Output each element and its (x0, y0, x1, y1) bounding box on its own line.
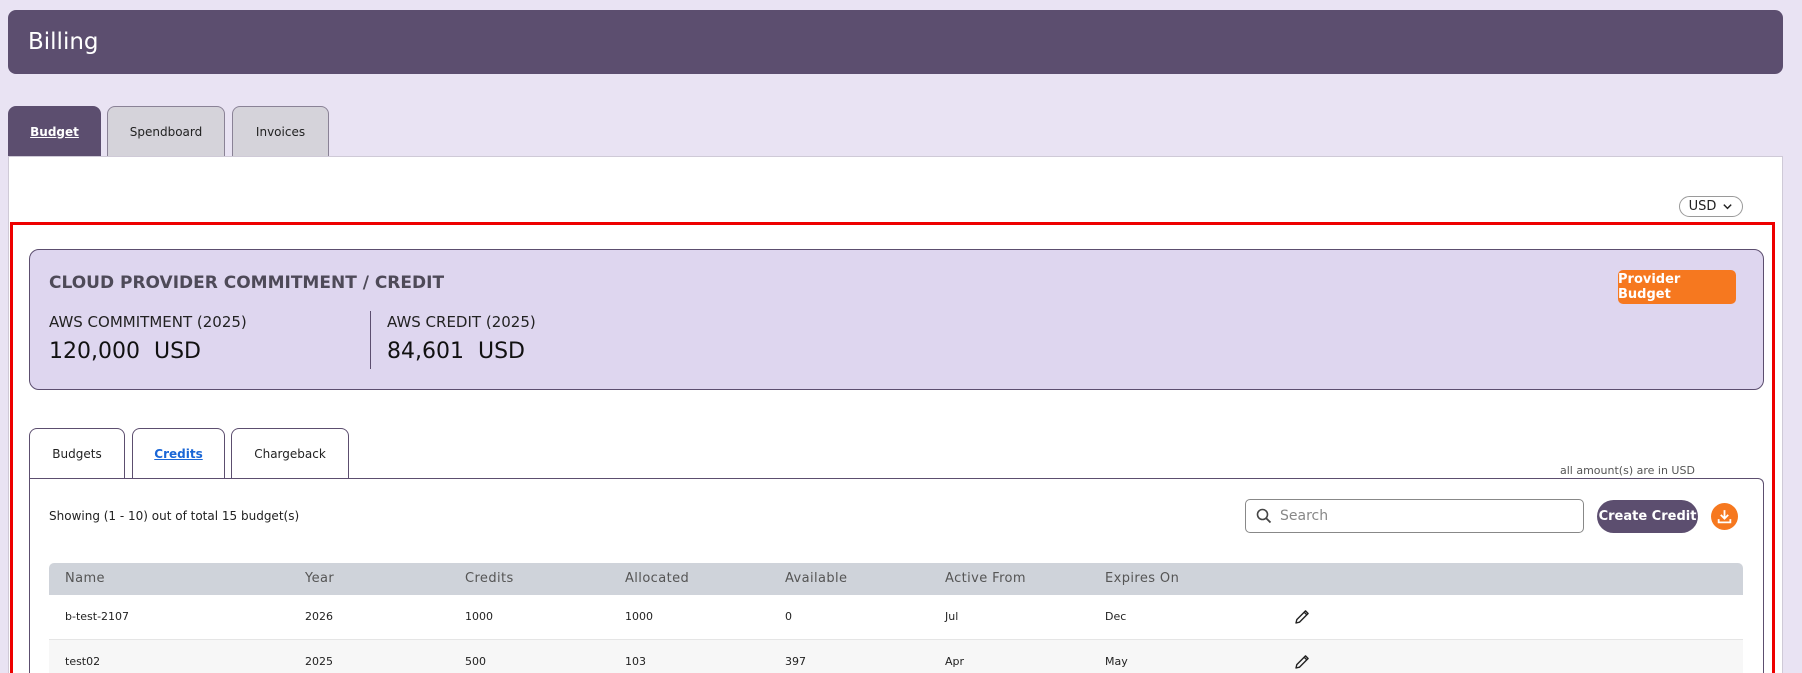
cell-allocated: 1000 (625, 610, 653, 623)
app-header: Billing (8, 10, 1783, 74)
cell-active-from: Jul (945, 610, 959, 623)
credit-amount: 84,601 (387, 339, 464, 364)
search-input[interactable] (1280, 508, 1560, 524)
commitment-value: 120,000 USD (49, 339, 201, 364)
credit-label: AWS CREDIT (2025) (387, 313, 536, 331)
column-header-expires-on[interactable]: Expires On (1105, 571, 1179, 586)
download-button[interactable] (1711, 503, 1738, 530)
download-icon (1717, 510, 1732, 524)
amount-note: all amount(s) are in USD (1560, 464, 1695, 477)
commitment-card: CLOUD PROVIDER COMMITMENT / CREDIT AWS C… (29, 249, 1764, 390)
edit-icon[interactable] (1293, 653, 1311, 671)
cell-year: 2025 (305, 655, 333, 668)
cell-allocated: 103 (625, 655, 646, 668)
cell-name: b-test-2107 (65, 610, 130, 623)
cell-available: 397 (785, 655, 806, 668)
search-box[interactable] (1245, 499, 1584, 533)
column-header-active-from[interactable]: Active From (945, 571, 1026, 586)
credits-table-card: Showing (1 - 10) out of total 15 budget(… (29, 478, 1764, 673)
tab-credits[interactable]: Credits (132, 428, 225, 478)
commitment-unit: USD (153, 339, 201, 364)
tab-budget[interactable]: Budget (8, 106, 101, 156)
column-header-allocated[interactable]: Allocated (625, 571, 689, 586)
cell-active-from: Apr (945, 655, 965, 668)
cell-available: 0 (785, 610, 792, 623)
card-title: CLOUD PROVIDER COMMITMENT / CREDIT (49, 273, 445, 293)
cell-credits: 500 (465, 655, 486, 668)
cell-year: 2026 (305, 610, 333, 623)
cell-name: test02 (65, 655, 101, 668)
tab-spendboard[interactable]: Spendboard (107, 106, 225, 156)
column-header-name[interactable]: Name (65, 571, 105, 586)
search-icon (1256, 508, 1272, 524)
cell-expires-on: Dec (1105, 610, 1127, 623)
cell-expires-on: May (1105, 655, 1128, 668)
table-row: test02 2025 500 103 397 Apr May (49, 640, 1743, 673)
cell-credits: 1000 (465, 610, 493, 623)
column-header-year[interactable]: Year (305, 571, 334, 586)
page-title: Billing (28, 29, 99, 55)
currency-select[interactable]: USD (1679, 196, 1743, 217)
commitment-amount: 120,000 (49, 339, 140, 364)
tab-chargeback[interactable]: Chargeback (231, 428, 349, 478)
column-header-available[interactable]: Available (785, 571, 847, 586)
table-row: b-test-2107 2026 1000 1000 0 Jul Dec (49, 595, 1743, 640)
column-header-credits[interactable]: Credits (465, 571, 514, 586)
tab-budgets[interactable]: Budgets (29, 428, 125, 478)
currency-value: USD (1688, 199, 1717, 214)
create-credit-button[interactable]: Create Credit (1597, 500, 1698, 533)
table-header: Name Year Credits Allocated Available Ac… (49, 563, 1743, 595)
commitment-label: AWS COMMITMENT (2025) (49, 313, 247, 331)
credit-value: 84,601 USD (387, 339, 525, 364)
pagination-summary: Showing (1 - 10) out of total 15 budget(… (49, 509, 300, 523)
tab-invoices[interactable]: Invoices (232, 106, 329, 156)
provider-budget-button[interactable]: Provider Budget (1618, 270, 1736, 304)
chevron-down-icon (1723, 204, 1733, 210)
metric-divider (370, 311, 371, 369)
credit-unit: USD (477, 339, 525, 364)
edit-icon[interactable] (1293, 608, 1311, 626)
